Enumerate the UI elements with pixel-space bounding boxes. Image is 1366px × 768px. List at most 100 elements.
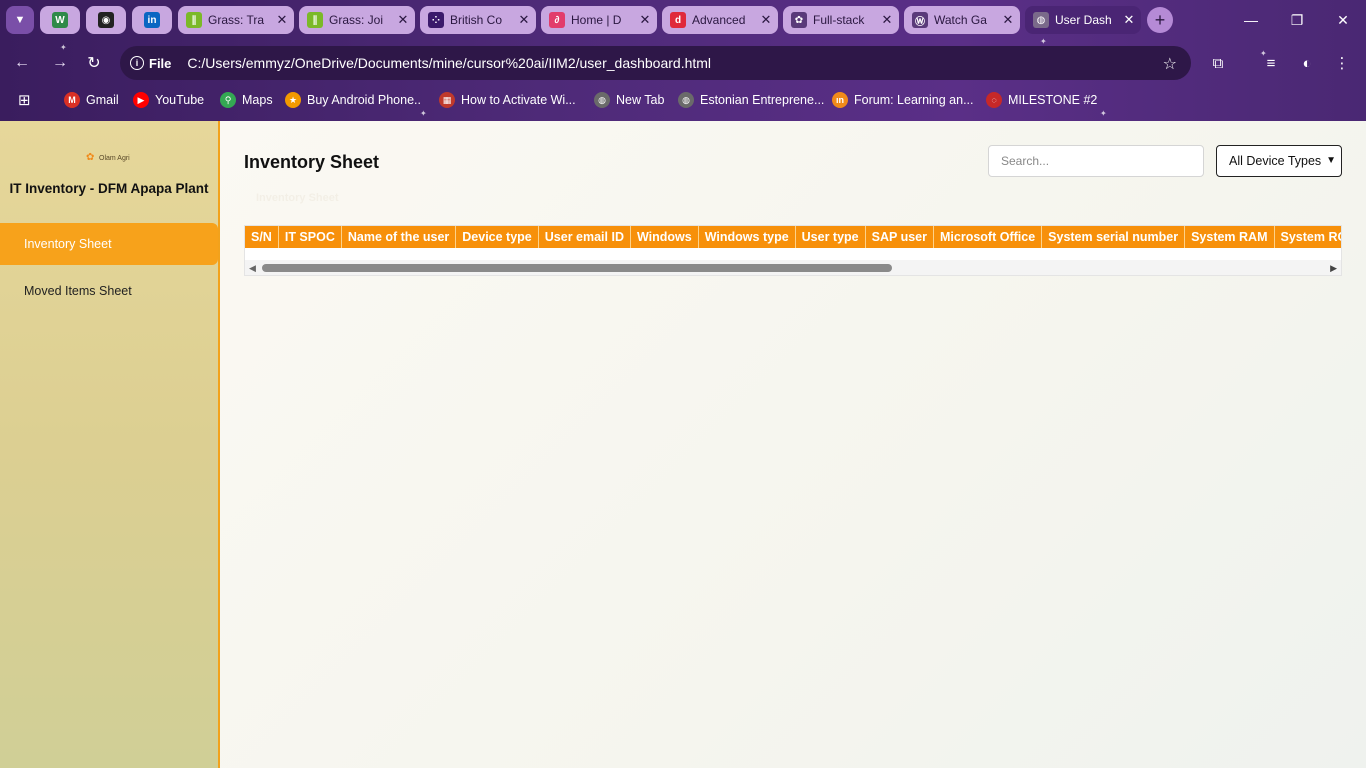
apps-button[interactable]: ⊞ bbox=[18, 90, 31, 110]
close-tab-icon[interactable]: ✕ bbox=[881, 12, 893, 28]
olam-logo-icon: ✿ bbox=[86, 152, 95, 163]
browser-tab[interactable]: ✿ Full-stack ✕ bbox=[783, 6, 899, 34]
column-header[interactable]: SAP user bbox=[865, 226, 934, 248]
section-subtitle: Inventory Sheet bbox=[256, 192, 339, 204]
bookmark-label: MILESTONE #2 bbox=[1008, 93, 1098, 107]
column-header[interactable]: User email ID bbox=[538, 226, 631, 248]
reload-button[interactable]: ↻ bbox=[82, 51, 106, 75]
tab-title: Watch Ga bbox=[934, 13, 987, 27]
column-header[interactable]: IT SPOC bbox=[278, 226, 342, 248]
device-type-select[interactable]: All Device Types ▼ bbox=[1216, 145, 1342, 177]
bookmark-item[interactable]: ▦ How to Activate Wi... bbox=[439, 90, 576, 110]
scroll-right-icon[interactable]: ▶ bbox=[1330, 263, 1337, 274]
star-badge-icon: ★ bbox=[285, 92, 301, 108]
scroll-left-icon[interactable]: ◀ bbox=[249, 263, 256, 274]
browser-tab[interactable]: ∥ Grass: Tra ✕ bbox=[178, 6, 294, 34]
minimize-icon: — bbox=[1244, 12, 1258, 28]
close-tab-icon[interactable]: ✕ bbox=[639, 12, 651, 28]
bookmark-star-icon[interactable]: ☆ bbox=[1163, 54, 1177, 74]
home-icon: ∂ bbox=[549, 12, 565, 28]
url-text[interactable]: C:/Users/emmyz/OneDrive/Documents/mine/c… bbox=[187, 55, 711, 71]
grass-icon: ∥ bbox=[186, 12, 202, 28]
column-header[interactable]: S/N bbox=[245, 226, 279, 248]
picture-icon: ▦ bbox=[439, 92, 455, 108]
sidebar-item-moved-items-sheet[interactable]: Moved Items Sheet bbox=[0, 270, 218, 312]
minimize-button[interactable]: — bbox=[1228, 0, 1274, 40]
gmail-icon: M bbox=[64, 92, 80, 108]
browser-chrome: ✦ ✦ ✦ ✦ ✦ ✦ ▼ W◉in ∥Grass: Tra✕∥Grass: J… bbox=[0, 0, 1366, 121]
bookmark-item[interactable]: M Gmail bbox=[64, 90, 119, 110]
close-tab-icon[interactable]: ✕ bbox=[1002, 12, 1014, 28]
browser-tab[interactable]: ◍ User Dash ✕ bbox=[1025, 6, 1141, 34]
extensions-button[interactable]: ⧉ bbox=[1206, 51, 1230, 75]
browser-tab[interactable]: Ⓦ Watch Ga ✕ bbox=[904, 6, 1020, 34]
close-tab-icon[interactable]: ✕ bbox=[397, 12, 409, 28]
column-header[interactable]: System ROM bbox=[1274, 226, 1341, 248]
column-header[interactable]: System RAM bbox=[1185, 226, 1275, 248]
close-tab-icon[interactable]: ✕ bbox=[760, 12, 772, 28]
bookmark-item[interactable]: ★ Buy Android Phone.. bbox=[285, 90, 421, 110]
tab-title: Home | D bbox=[571, 13, 622, 27]
d-icon: d bbox=[670, 12, 686, 28]
column-header[interactable]: Windows type bbox=[698, 226, 796, 248]
browser-menu-button[interactable]: ⋮ bbox=[1330, 51, 1354, 75]
bookmark-label: How to Activate Wi... bbox=[461, 93, 576, 107]
restore-button[interactable]: ❐ bbox=[1274, 0, 1320, 40]
bookmark-item[interactable]: ⚲ Maps bbox=[220, 90, 273, 110]
column-header[interactable]: Name of the user bbox=[341, 226, 457, 248]
globe-icon: ◍ bbox=[1033, 12, 1049, 28]
close-tab-icon[interactable]: ✕ bbox=[1123, 12, 1135, 28]
watch-icon: Ⓦ bbox=[912, 12, 928, 28]
pinned-tab[interactable]: W bbox=[40, 6, 80, 34]
sidebar-brand-title: IT Inventory - DFM Apapa Plant bbox=[9, 181, 209, 196]
forward-button[interactable]: → bbox=[48, 51, 72, 75]
browser-tab[interactable]: ∂ Home | D ✕ bbox=[541, 6, 657, 34]
page-title: Inventory Sheet bbox=[244, 152, 380, 172]
column-header[interactable]: System serial number bbox=[1042, 226, 1186, 248]
column-header[interactable]: Device type bbox=[456, 226, 539, 248]
search-input[interactable] bbox=[988, 145, 1204, 177]
column-header[interactable]: User type bbox=[795, 226, 866, 248]
maps-icon: ⚲ bbox=[220, 92, 236, 108]
bookmark-item[interactable]: ◍ Estonian Entreprene... bbox=[678, 90, 824, 110]
browser-tab[interactable]: d Advanced ✕ bbox=[662, 6, 778, 34]
bookmark-label: Forum: Learning an... bbox=[854, 93, 974, 107]
main-content: Inventory Sheet Inventory Sheet All Devi… bbox=[220, 121, 1366, 768]
info-icon: i bbox=[130, 56, 144, 70]
column-header[interactable]: Microsoft Office bbox=[934, 226, 1043, 248]
browser-tab[interactable]: ∥ Grass: Joi ✕ bbox=[299, 6, 415, 34]
site-info-button[interactable]: i File bbox=[130, 56, 171, 71]
new-tab-button[interactable]: + bbox=[1147, 7, 1173, 33]
milestone-icon: ◌ bbox=[986, 92, 1002, 108]
media-control-button[interactable]: ≡ bbox=[1259, 51, 1283, 75]
bookmark-item[interactable]: ▶ YouTube bbox=[133, 90, 204, 110]
back-button[interactable]: ← bbox=[10, 51, 34, 75]
profile-avatar[interactable]: ◐ bbox=[1295, 51, 1319, 75]
tab-search-button[interactable]: ▼ bbox=[6, 6, 34, 34]
chevron-down-icon: ▼ bbox=[14, 14, 26, 26]
tab-title: Grass: Tra bbox=[208, 13, 265, 27]
puzzle-icon: ⧉ bbox=[1212, 54, 1224, 72]
sidebar-item-inventory-sheet[interactable]: Inventory Sheet bbox=[0, 223, 218, 265]
bookmark-item[interactable]: ın Forum: Learning an... bbox=[832, 90, 974, 110]
tab-title: Advanced bbox=[692, 13, 746, 27]
close-tab-icon[interactable]: ✕ bbox=[518, 12, 530, 28]
bookmark-label: Maps bbox=[242, 93, 273, 107]
bookmark-item[interactable]: ◍ New Tab bbox=[594, 90, 664, 110]
column-header[interactable]: Windows bbox=[630, 226, 699, 248]
horizontal-scrollbar[interactable]: ◀ ▶ bbox=[245, 260, 1341, 275]
reload-icon: ↻ bbox=[87, 55, 101, 72]
address-bar[interactable]: i File C:/Users/emmyz/OneDrive/Documents… bbox=[120, 46, 1191, 80]
bookmark-item[interactable]: ◌ MILESTONE #2 bbox=[986, 90, 1097, 110]
arrow-left-icon: ← bbox=[14, 54, 30, 71]
sidebar: ✿ Olam Agri IT Inventory - DFM Apapa Pla… bbox=[0, 121, 220, 768]
scrollbar-thumb[interactable] bbox=[262, 264, 892, 272]
browser-tab[interactable]: ⁘ British Co ✕ bbox=[420, 6, 536, 34]
pinned-tab[interactable]: ◉ bbox=[86, 6, 126, 34]
bookmark-label: Buy Android Phone.. bbox=[307, 93, 421, 107]
pinned-tab[interactable]: in bbox=[132, 6, 172, 34]
avatar-icon: ◐ bbox=[1302, 54, 1312, 72]
close-window-button[interactable]: ✕ bbox=[1320, 0, 1366, 40]
close-tab-icon[interactable]: ✕ bbox=[276, 12, 288, 28]
grass-icon: ∥ bbox=[307, 12, 323, 28]
